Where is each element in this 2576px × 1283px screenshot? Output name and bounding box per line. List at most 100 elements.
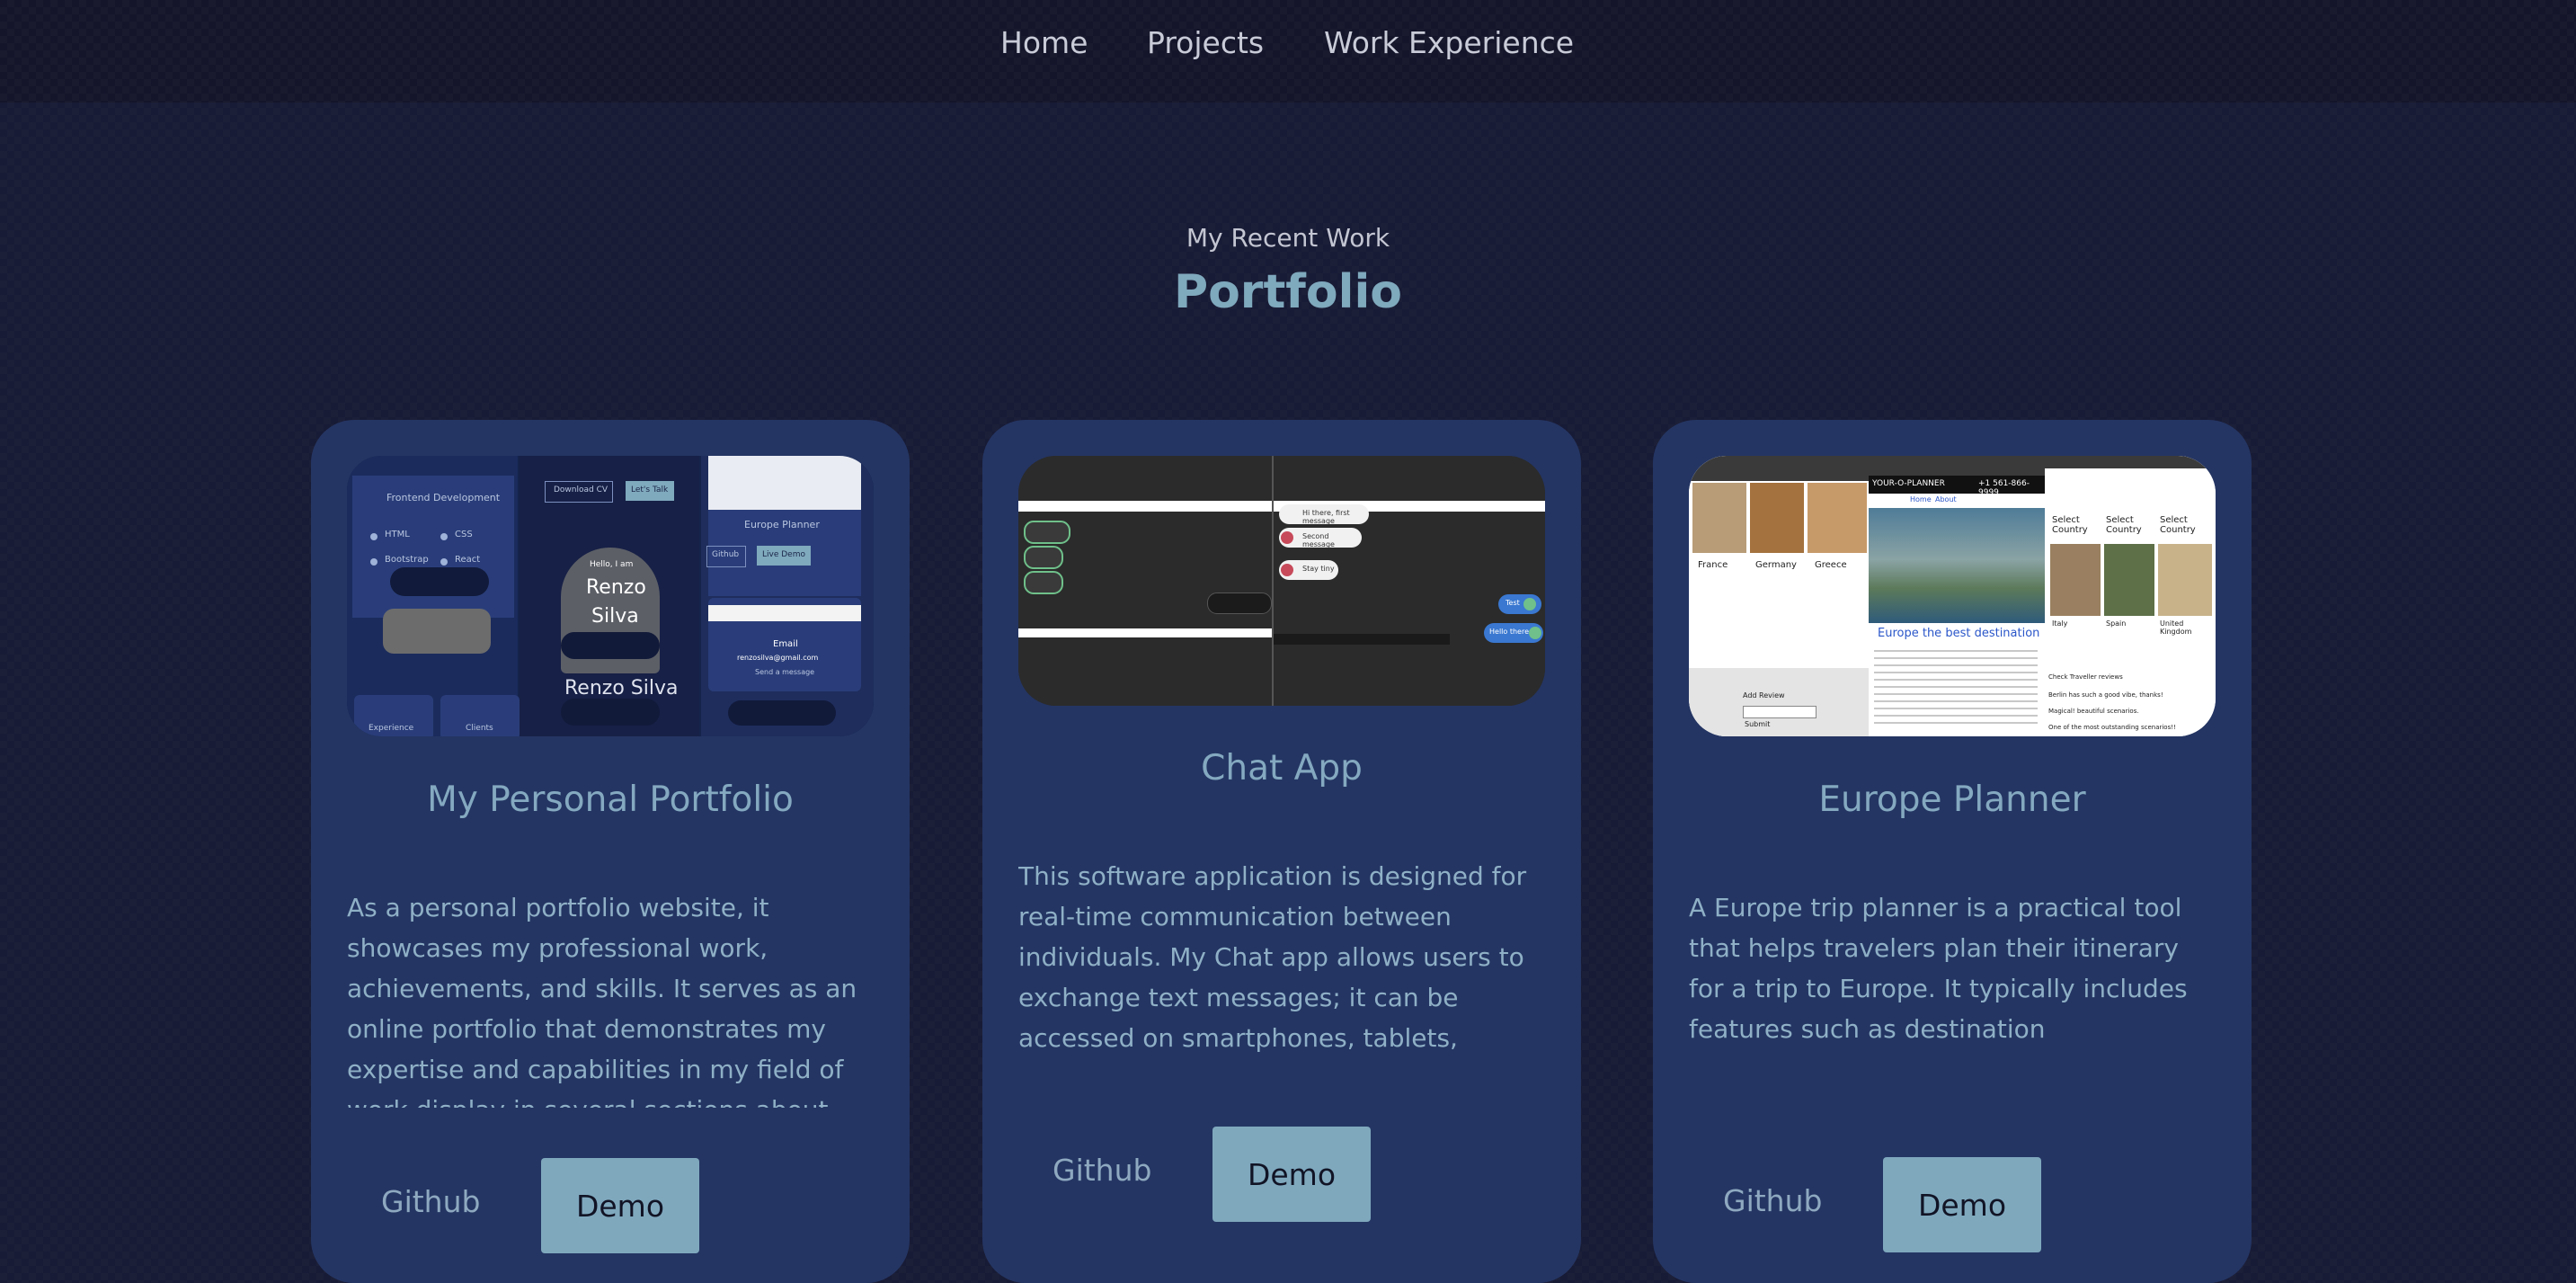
chat-message-text: Hi there, first message xyxy=(1302,509,1350,525)
country-label: Germany xyxy=(1755,560,1797,570)
country-label: Greece xyxy=(1815,560,1847,570)
card-description: A Europe trip planner is a practical too… xyxy=(1689,893,2188,1058)
project-card-europe: France Germany Greece Add Review Submit … xyxy=(1653,420,2252,1283)
user-avatar-icon xyxy=(1281,531,1293,544)
card-description: This software application is designed fo… xyxy=(1018,861,1527,1065)
name-line-2: Silva xyxy=(591,605,639,628)
clients-label: Clients xyxy=(466,724,493,733)
demo-button[interactable]: Demo xyxy=(541,1158,699,1253)
skill-css: CSS xyxy=(455,530,473,539)
email-label: Email xyxy=(773,639,798,649)
portfolio-screenshot-left: Frontend Development HTML CSS Bootstrap … xyxy=(347,456,520,736)
mini-nav-bar xyxy=(561,632,660,659)
portfolio-screenshot: Frontend Development HTML CSS Bootstrap … xyxy=(347,456,874,736)
github-link[interactable]: Github xyxy=(1053,1153,1151,1188)
site-nav-about: About xyxy=(1935,495,1957,503)
review-text: Berlin has such a good vibe, thanks! xyxy=(2048,691,2163,699)
select-country-label: Select Country xyxy=(2106,515,2142,535)
chat-bubble xyxy=(1024,521,1070,544)
chat-bubble xyxy=(1207,592,1272,614)
send-message-label: Send a message xyxy=(755,668,815,676)
europe-thumb xyxy=(708,456,861,510)
browser-bar xyxy=(1869,456,2045,476)
user-avatar-icon xyxy=(1281,564,1293,576)
country-photo xyxy=(2158,544,2212,616)
chat-input-bar xyxy=(1274,634,1450,645)
user-avatar-icon xyxy=(1523,598,1536,610)
portfolio-screenshot-middle: Download CV Let's Talk Hello, I am Renzo… xyxy=(520,456,699,736)
mini-nav-bar xyxy=(728,700,836,726)
review-form xyxy=(1689,668,1869,736)
mini-nav-bar xyxy=(561,699,660,726)
skill-html: HTML xyxy=(385,530,410,539)
github-mini-label: Github xyxy=(712,550,740,559)
phone-label: +1 561-866-9999 xyxy=(1978,479,2030,497)
demo-button[interactable]: Demo xyxy=(1212,1127,1371,1222)
card-title: My Personal Portfolio xyxy=(427,780,794,820)
select-country-label: Select Country xyxy=(2160,515,2196,535)
portfolio-screenshot-right: Europe Planner Github Live Demo Email re… xyxy=(701,456,874,736)
nav-link-home[interactable]: Home xyxy=(1000,25,1088,60)
chat-input-bar xyxy=(1018,628,1272,637)
skill-dot-icon xyxy=(440,533,448,540)
chat-message-text: Stay tiny xyxy=(1302,565,1335,573)
country-photo xyxy=(2050,544,2101,616)
europe-pane-right: Select Country Select Country Select Cou… xyxy=(2045,456,2216,736)
browser-bar xyxy=(2045,456,2216,468)
skill-dot-icon xyxy=(370,533,378,540)
site-nav-home: Home xyxy=(1910,495,1932,503)
name-full: Renzo Silva xyxy=(564,677,679,699)
github-link[interactable]: Github xyxy=(1723,1183,1822,1218)
live-demo-mini-label: Live Demo xyxy=(762,550,805,559)
review-input xyxy=(1743,706,1817,718)
chat-bubble xyxy=(1024,571,1063,594)
country-label: United Kingdom xyxy=(2160,619,2192,636)
top-navigation: Home Projects Work Experience xyxy=(0,0,2576,102)
name-line-1: Renzo xyxy=(586,576,646,599)
europe-planner-label: Europe Planner xyxy=(744,519,820,530)
europe-pane-center: YOUR-O-PLANNER +1 561-866-9999 Home Abou… xyxy=(1869,456,2045,736)
chat-bubble xyxy=(1024,546,1063,569)
github-link[interactable]: Github xyxy=(381,1184,480,1219)
skill-dot-icon xyxy=(370,558,378,566)
frontend-heading: Frontend Development xyxy=(386,492,501,503)
chat-screenshot: Hi there, first message Second message S… xyxy=(1018,456,1545,706)
photo-thumbnail xyxy=(383,609,491,654)
mini-nav-bar xyxy=(390,567,489,596)
skill-dot-icon xyxy=(440,558,448,566)
europe-pane-left: France Germany Greece Add Review Submit xyxy=(1689,456,1869,736)
destination-photo xyxy=(1869,508,2045,623)
email-header xyxy=(708,605,861,621)
chat-bubble: Hi there, first message xyxy=(1279,504,1369,525)
europe-screenshot: France Germany Greece Add Review Submit … xyxy=(1689,456,2216,736)
chat-pane-left xyxy=(1018,456,1272,706)
select-country-label: Select Country xyxy=(2052,515,2088,535)
download-cv-label: Download CV xyxy=(554,486,608,494)
project-card-portfolio: Frontend Development HTML CSS Bootstrap … xyxy=(311,420,910,1283)
card-title: Chat App xyxy=(1201,748,1363,789)
country-label: France xyxy=(1698,560,1728,570)
project-card-chat: Hi there, first message Second message S… xyxy=(982,420,1581,1283)
section-subtitle: My Recent Work xyxy=(1186,223,1390,253)
section-title: Portfolio xyxy=(1173,265,1403,319)
skill-react: React xyxy=(455,555,481,565)
chat-pane-right: Hi there, first message Second message S… xyxy=(1274,456,1545,706)
browser-bar xyxy=(1689,456,1869,481)
submit-label: Submit xyxy=(1745,720,1771,728)
user-avatar-icon xyxy=(1529,627,1541,639)
country-photo xyxy=(1750,483,1804,553)
add-review-label: Add Review xyxy=(1743,691,1785,699)
review-text: One of the most outstanding scenarios!! xyxy=(2048,724,2176,731)
brand-label: YOUR-O-PLANNER xyxy=(1872,479,1945,488)
chat-message-text: Test xyxy=(1506,599,1520,607)
check-reviews-label: Check Traveller reviews xyxy=(2048,673,2123,681)
headline-label: Europe the best destination xyxy=(1878,627,2040,640)
country-photo xyxy=(2104,544,2154,616)
experience-label: Experience xyxy=(369,724,414,733)
chat-header-bar xyxy=(1018,501,1272,512)
nav-link-projects[interactable]: Projects xyxy=(1147,25,1264,60)
chat-message-text: Hello there xyxy=(1489,628,1529,636)
country-photo xyxy=(1808,483,1867,553)
nav-link-work-experience[interactable]: Work Experience xyxy=(1324,25,1574,60)
demo-button[interactable]: Demo xyxy=(1883,1157,2041,1252)
